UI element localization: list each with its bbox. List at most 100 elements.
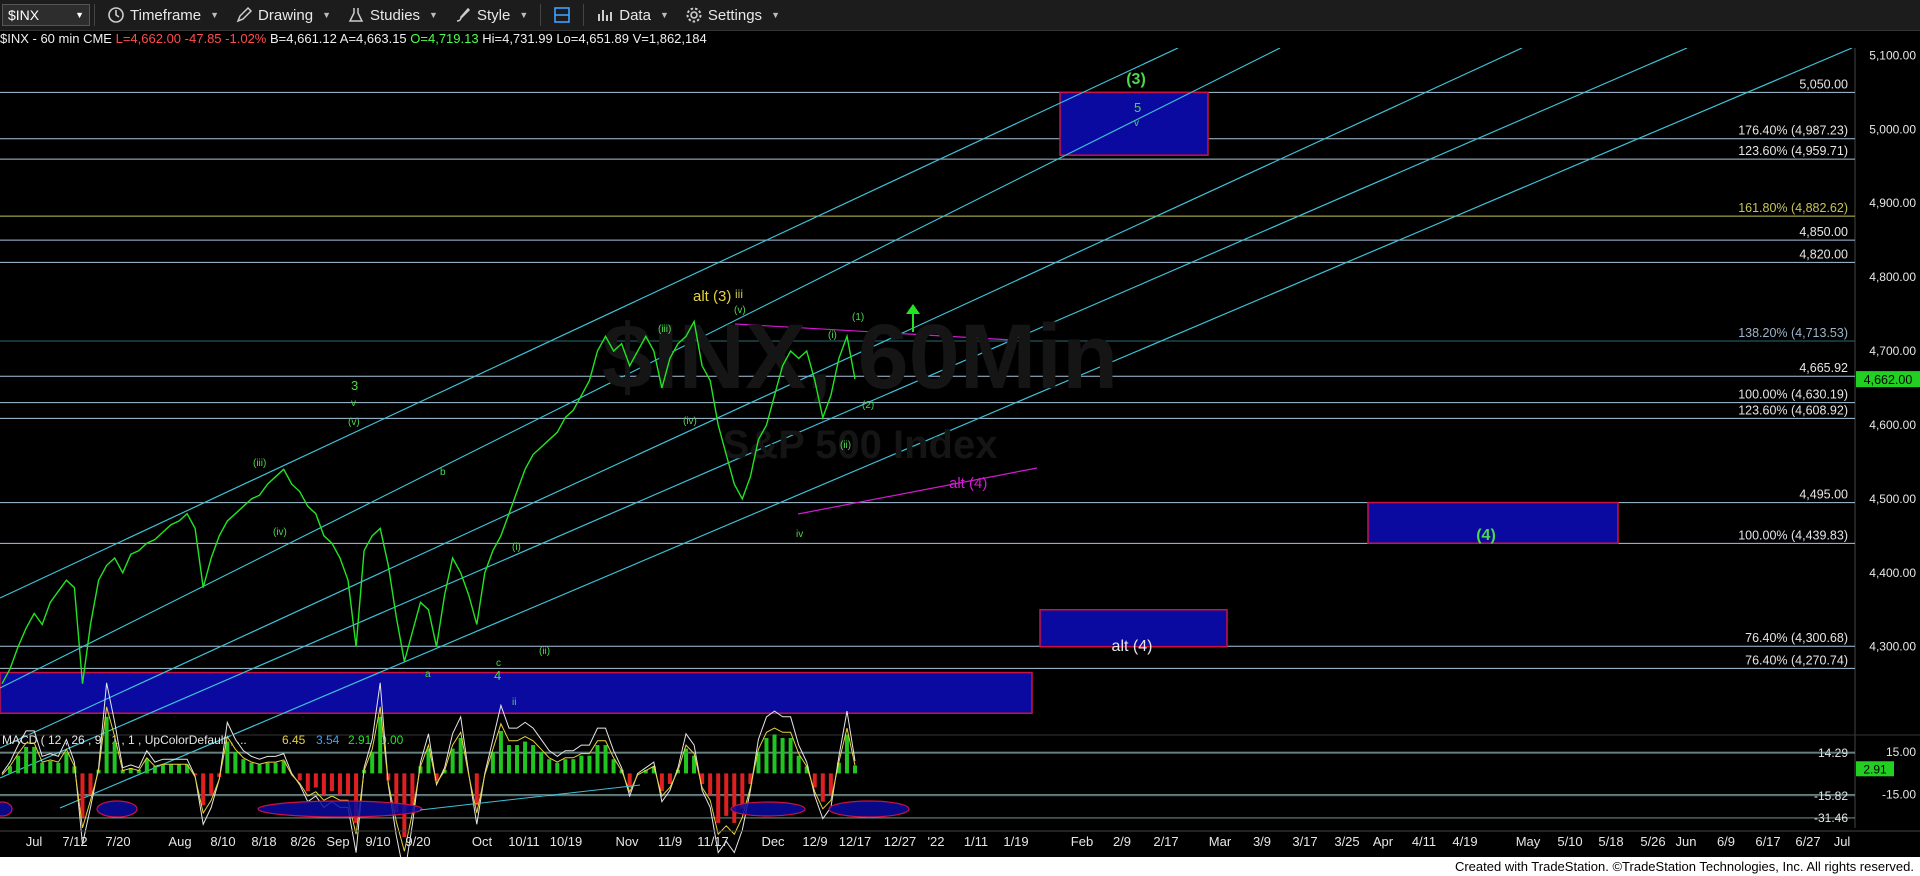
time-tick-label: Sep bbox=[326, 834, 349, 849]
price-level-label: 5,050.00 bbox=[1799, 77, 1848, 91]
time-tick-label: '22 bbox=[928, 834, 945, 849]
status-low: Lo=4,651.89 bbox=[556, 31, 629, 46]
macd-histogram-bar bbox=[337, 773, 342, 795]
time-tick-label: Oct bbox=[472, 834, 493, 849]
macd-histogram-bar bbox=[764, 738, 769, 774]
macd-histogram-bar bbox=[273, 762, 278, 774]
macd-histogram-bar bbox=[796, 755, 801, 774]
status-open: O=4,719.13 bbox=[410, 31, 479, 46]
price-chart[interactable]: 4,300.00 4,400.00 4,500.00 4,600.00 4,700.00… bbox=[0, 48, 1920, 857]
toolbar-separator bbox=[583, 4, 585, 26]
wave-label: 4 bbox=[494, 668, 501, 683]
style-label: Style bbox=[476, 6, 511, 24]
time-tick-label: 12/17 bbox=[839, 834, 872, 849]
time-tick-label: 6/17 bbox=[1755, 834, 1780, 849]
macd-histogram-bar bbox=[611, 759, 616, 774]
time-tick-label: 12/9 bbox=[802, 834, 827, 849]
macd-tick-label: -31.46 bbox=[1814, 811, 1848, 825]
status-change-pct: -1.02% bbox=[225, 31, 267, 46]
time-tick-label: 1/11 bbox=[964, 834, 988, 849]
macd-histogram-bar bbox=[780, 738, 785, 774]
toolbar: $INX ▼ Timeframe ▼ Drawing ▼ Studies ▼ S… bbox=[0, 0, 1920, 31]
macd-histogram-bar bbox=[539, 752, 544, 774]
time-tick-label: Jun bbox=[1676, 834, 1697, 849]
drawing-button[interactable]: Drawing ▼ bbox=[227, 2, 339, 28]
macd-histogram-bar bbox=[346, 773, 351, 795]
clock-icon bbox=[108, 7, 124, 23]
brush-icon bbox=[456, 7, 471, 22]
macd-histogram-bar bbox=[555, 762, 560, 774]
price-level-label: 4,820.00 bbox=[1799, 247, 1848, 261]
macd-histogram-bar bbox=[772, 734, 777, 774]
price-tick-label: 4,500.00 bbox=[1869, 492, 1916, 506]
macd-histogram-bar bbox=[104, 716, 109, 774]
macd-histogram-bar bbox=[48, 761, 53, 774]
time-tick-label: 10/11 bbox=[508, 834, 540, 849]
macd-histogram-bar bbox=[80, 773, 85, 818]
macd-histogram-bar bbox=[627, 773, 632, 788]
macd-histogram-bar bbox=[523, 741, 528, 774]
time-tick-label: 8/26 bbox=[290, 834, 315, 849]
macd-histogram-bar bbox=[64, 752, 69, 774]
symbol-status-bar: $INX - 60 min CME L=4,662.00 -47.85 -1.0… bbox=[0, 31, 707, 48]
price-level-label: 123.60% (4,608.92) bbox=[1738, 403, 1848, 417]
symbol-selector[interactable]: $INX ▼ bbox=[2, 4, 90, 26]
settings-button[interactable]: Settings ▼ bbox=[677, 2, 788, 28]
macd-trend-line bbox=[419, 784, 641, 811]
wave-label: b bbox=[440, 467, 446, 478]
macd-histogram-bar bbox=[152, 766, 157, 774]
macd-histogram-bar bbox=[321, 773, 326, 795]
symbol-value: $INX bbox=[8, 7, 40, 23]
time-tick-label: 9/20 bbox=[405, 834, 430, 849]
wave-label: iv bbox=[796, 529, 803, 540]
layout-icon bbox=[554, 7, 571, 23]
style-button[interactable]: Style ▼ bbox=[446, 2, 536, 28]
macd-histogram-bar bbox=[820, 773, 825, 802]
macd-histogram-bar bbox=[458, 738, 463, 774]
macd-histogram-bar bbox=[498, 730, 503, 774]
macd-highlight-ellipse bbox=[0, 801, 13, 817]
macd-histogram-bar bbox=[201, 773, 206, 806]
time-tick-label: 3/17 bbox=[1292, 834, 1317, 849]
macd-histogram-bar bbox=[144, 759, 149, 774]
macd-histogram-bar bbox=[233, 752, 238, 774]
macd-histogram-bar bbox=[506, 745, 511, 774]
time-tick-label: Apr bbox=[1373, 834, 1394, 849]
time-tick-label: 8/18 bbox=[251, 834, 276, 849]
price-level-label: 4,495.00 bbox=[1799, 488, 1848, 502]
timeframe-button[interactable]: Timeframe ▼ bbox=[99, 2, 227, 28]
macd-highlight-ellipse bbox=[96, 800, 138, 818]
macd-value: 6.45 bbox=[282, 733, 306, 747]
macd-histogram-bar bbox=[40, 762, 45, 774]
time-tick-label: 5/10 bbox=[1557, 834, 1582, 849]
layout-button[interactable] bbox=[545, 2, 579, 28]
time-tick-label: 6/9 bbox=[1717, 834, 1735, 849]
wave-label: (iii) bbox=[253, 458, 266, 469]
timeframe-label: Timeframe bbox=[130, 6, 202, 24]
macd-histogram-bar bbox=[241, 759, 246, 774]
data-button[interactable]: Data ▼ bbox=[588, 2, 677, 28]
macd-highlight-ellipse bbox=[257, 800, 423, 818]
status-bid: B=4,661.12 bbox=[270, 31, 337, 46]
flask-icon bbox=[348, 8, 364, 22]
time-tick-label: 7/20 bbox=[105, 834, 130, 849]
time-tick-label: Nov bbox=[615, 834, 639, 849]
settings-label: Settings bbox=[707, 6, 763, 24]
macd-histogram-bar bbox=[571, 759, 576, 774]
data-label: Data bbox=[619, 6, 651, 24]
time-tick-label: Aug bbox=[168, 834, 191, 849]
macd-histogram-bar bbox=[112, 741, 117, 774]
trend-line bbox=[797, 467, 1038, 515]
macd-histogram-bar bbox=[724, 773, 729, 816]
studies-button[interactable]: Studies ▼ bbox=[339, 2, 446, 28]
time-tick-label: Feb bbox=[1071, 834, 1093, 849]
macd-histogram-bar bbox=[587, 755, 592, 774]
macd-histogram-bar bbox=[474, 773, 479, 806]
price-tick-label: 5,000.00 bbox=[1869, 122, 1916, 136]
price-level-label: 123.60% (4,959.71) bbox=[1738, 144, 1848, 158]
chevron-down-icon: ▼ bbox=[519, 10, 529, 20]
macd-histogram-bar bbox=[716, 773, 721, 823]
macd-highlight-ellipse bbox=[730, 801, 806, 817]
time-tick-label: 2/17 bbox=[1153, 834, 1178, 849]
chevron-down-icon: ▼ bbox=[659, 10, 669, 20]
